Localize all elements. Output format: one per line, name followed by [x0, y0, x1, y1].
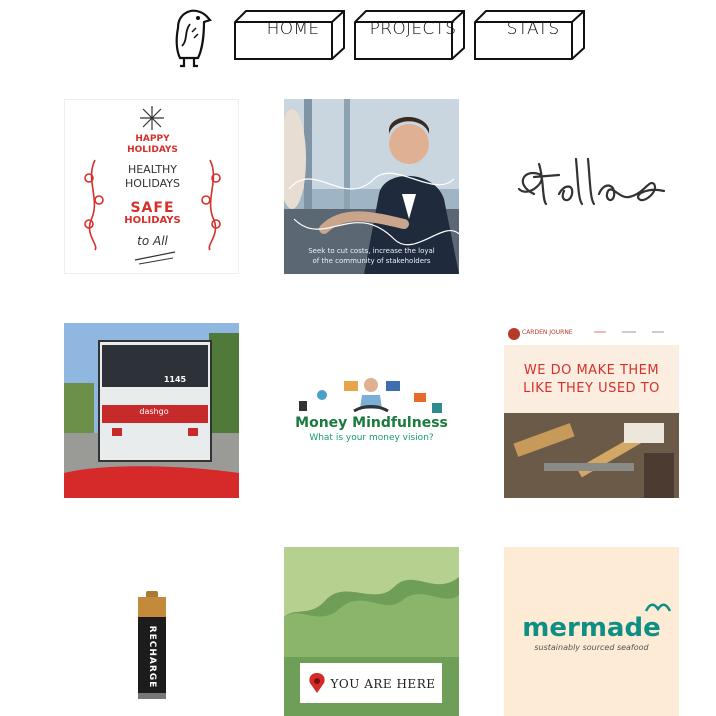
nav-stats-label: STATS	[506, 19, 560, 39]
nav-projects-button[interactable]: PROJECTS	[354, 10, 466, 60]
bus-brand: dashgo	[139, 407, 169, 416]
meeting-caption-2: of the community of stakeholders	[312, 257, 431, 265]
nav-projects-label: PROJECTS	[369, 19, 457, 39]
nav-stats-button[interactable]: STATS	[474, 10, 586, 60]
you-are-here-label: YOU ARE HERE	[330, 677, 436, 691]
carpenter-logo-icon	[508, 328, 520, 340]
holiday-line-3: HEALTHY	[127, 163, 178, 176]
fish-tail-icon	[644, 603, 672, 612]
project-tile-stella[interactable]	[504, 99, 679, 274]
site-logo[interactable]	[168, 6, 214, 70]
carpenter-brand: CARDEN JOURNE	[522, 329, 573, 336]
money-subtitle: What is your money vision?	[309, 433, 434, 443]
project-tile-you-are-here[interactable]: YOU ARE HERE	[284, 547, 459, 716]
project-tile-meeting[interactable]: Seek to cut costs, increase the loyal of…	[284, 99, 459, 274]
holiday-line-7: to All	[137, 234, 168, 248]
bus-number: 1145	[163, 375, 187, 384]
nav-home-label: HOME	[266, 19, 320, 39]
project-tile-bus[interactable]: 1145 dashgo	[64, 323, 239, 498]
meditator-icon	[364, 378, 378, 392]
nav-home-button[interactable]: HOME	[234, 10, 346, 60]
holiday-line-6: HOLIDAYS	[124, 215, 181, 226]
battery-label: RECHARGE	[147, 625, 157, 689]
project-tile-holidays[interactable]: HAPPY HOLIDAYS HEALTHY HOLIDAYS SAFE HOL…	[64, 99, 239, 274]
holiday-line-1: HAPPY	[135, 134, 170, 144]
carpenter-headline-2: LIKE THEY USED TO	[523, 381, 660, 396]
mermade-title: mermade	[522, 613, 661, 643]
project-tile-money[interactable]: Money Mindfulness What is your money vis…	[284, 323, 459, 498]
bird-logo-icon	[175, 9, 213, 68]
project-tile-mermade[interactable]: mermade sustainably sourced seafood	[504, 547, 679, 716]
mermade-tagline: sustainably sourced seafood	[534, 643, 649, 652]
money-illustration	[299, 378, 442, 413]
wallet-icon	[344, 381, 358, 391]
holiday-line-4: HOLIDAYS	[125, 177, 180, 190]
holiday-line-5: SAFE	[130, 200, 175, 216]
holiday-line-2: HOLIDAYS	[127, 145, 178, 155]
project-tile-carpenter[interactable]: CARDEN JOURNE WE DO MAKE THEM LIKE THEY …	[504, 323, 679, 498]
stella-signature-icon	[517, 157, 666, 206]
card-icon	[386, 381, 400, 391]
project-tile-recharge[interactable]: RECHARGE	[64, 547, 239, 716]
carpenter-headline-1: WE DO MAKE THEM	[523, 363, 660, 378]
meeting-caption-1: Seek to cut costs, increase the loyal	[308, 247, 435, 255]
carpenter-photo	[504, 323, 679, 498]
snowflake-icon	[140, 106, 164, 130]
money-title: Money Mindfulness	[295, 415, 448, 431]
